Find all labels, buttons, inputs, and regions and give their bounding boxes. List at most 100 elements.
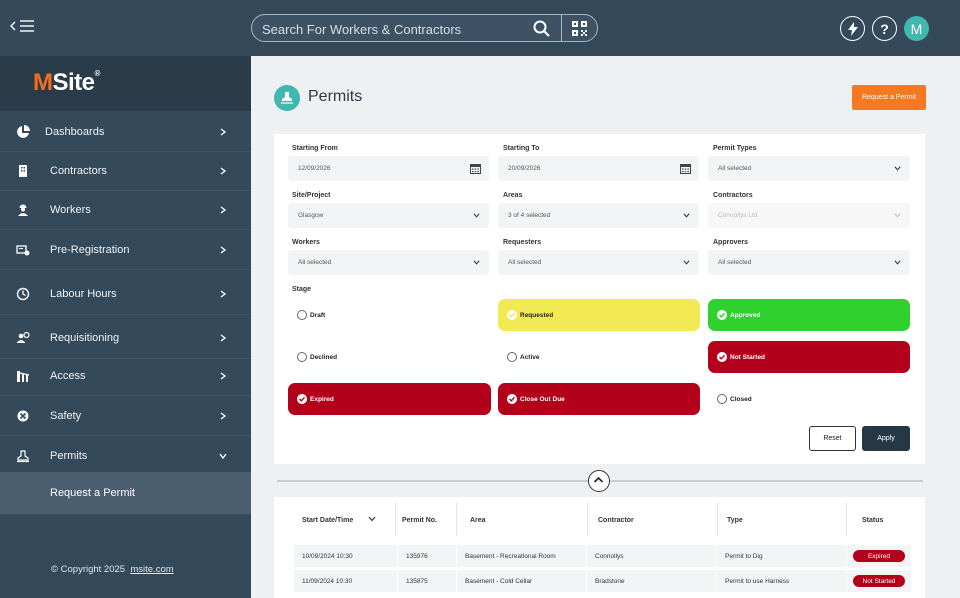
stage-option-expired[interactable]: Expired [288, 383, 491, 415]
sidebar-item-label: Access [50, 369, 86, 382]
cell-type: Permit to Dig [717, 545, 846, 567]
stage-option-not-started[interactable]: Not Started [708, 341, 910, 373]
column-separator [456, 502, 457, 536]
requesters-select[interactable]: All selected [498, 250, 699, 275]
column-header-type[interactable]: Type [727, 517, 743, 524]
areas-select[interactable]: 3 of 4 selected [498, 203, 699, 228]
approvers-select[interactable]: All selected [708, 250, 910, 275]
lightning-icon[interactable] [840, 16, 865, 41]
sidebar-item-label: Permits [50, 449, 88, 462]
stage-option-label: Requested [520, 311, 554, 319]
sidebar-subitem-request-permit[interactable]: Request a Permit [0, 472, 251, 514]
chevron-right-icon [220, 411, 227, 420]
search-icon[interactable] [532, 19, 552, 39]
stage-option-closed[interactable]: Closed [708, 383, 910, 415]
chevron-down-icon [683, 213, 690, 218]
apply-button[interactable]: Apply [862, 426, 910, 451]
search-divider [561, 15, 562, 41]
table-row[interactable]: 11/09/2024 10:30 135875 Basement - Cold … [289, 570, 911, 592]
copyright-text: © Copyright 2025 [51, 564, 126, 575]
workers-select[interactable]: All selected [288, 250, 489, 275]
column-header-permit-no[interactable]: Permit No. [402, 517, 437, 524]
cell-status: Not Started [847, 570, 911, 592]
help-icon[interactable]: ? [872, 16, 897, 41]
search-input[interactable] [262, 19, 527, 39]
sort-chevron-icon[interactable] [368, 515, 376, 523]
cell-permit-no: 135875 [398, 570, 456, 592]
logo-site: Site [52, 69, 96, 96]
chevron-down-icon [683, 260, 690, 265]
logo-area: MSite® [0, 56, 251, 111]
starting-to-value: 20/09/2026 [508, 165, 541, 172]
check-circle-icon [297, 394, 307, 404]
building-icon [19, 164, 27, 177]
sidebar-item-requisitioning[interactable]: Requisitioning [0, 317, 251, 359]
qr-code-icon[interactable] [571, 20, 588, 37]
cell-start: 11/09/2024 10:30 [294, 570, 397, 592]
safety-icon [17, 410, 29, 421]
contractors-select[interactable]: Connollys Ltd [708, 203, 910, 228]
column-header-contractor[interactable]: Contractor [598, 517, 634, 524]
sidebar-item-access[interactable]: Access [0, 356, 251, 396]
approvers-value: All selected [718, 259, 752, 266]
top-bar: ? M [0, 0, 960, 56]
menu-collapse-icon[interactable] [10, 18, 36, 36]
sidebar-item-label: Safety [50, 409, 82, 422]
starting-from-input[interactable]: 12/09/2026 [288, 156, 489, 181]
stage-option-requested[interactable]: Requested [498, 299, 700, 331]
calendar-icon [470, 164, 481, 174]
column-separator [395, 502, 396, 536]
sidebar-item-workers[interactable]: Workers [0, 190, 251, 230]
column-header-status[interactable]: Status [862, 517, 883, 524]
sidebar-item-labour-hours[interactable]: Labour Hours [0, 273, 251, 315]
stage-option-declined[interactable]: Declined [288, 341, 490, 373]
check-circle-icon [717, 310, 727, 320]
cell-type: Permit to use Harness [717, 570, 846, 592]
stage-option-approved[interactable]: Approved [708, 299, 910, 331]
clock-icon [16, 287, 30, 300]
request-permit-button[interactable]: Request a Permit [852, 85, 926, 110]
check-circle-icon [507, 394, 517, 404]
sidebar-item-safety[interactable]: Safety [0, 396, 251, 436]
contractors-label: Contractors [713, 192, 753, 199]
avatar[interactable]: M [904, 16, 929, 41]
collapse-filters-button[interactable] [588, 470, 610, 492]
site-project-select[interactable]: Glasgow [288, 203, 489, 228]
column-separator [717, 502, 718, 536]
sidebar: MSite® Dashboards Contractors Workers Pr… [0, 56, 251, 598]
column-header-area[interactable]: Area [470, 517, 486, 524]
sidebar-item-label: Dashboards [45, 125, 105, 138]
cell-start: 10/09/2024 10:30 [294, 545, 397, 567]
people-icon [16, 331, 30, 343]
msite-link[interactable]: msite.com [130, 564, 173, 575]
stage-option-active[interactable]: Active [498, 341, 700, 373]
chevron-down-icon [219, 453, 227, 459]
column-header-start[interactable]: Start Date/Time [302, 517, 353, 524]
msite-logo[interactable]: MSite® [33, 69, 100, 97]
starting-from-label: Starting From [292, 145, 338, 152]
sidebar-item-contractors[interactable]: Contractors [0, 151, 251, 191]
cell-contractor: Bradstone [587, 570, 716, 592]
sidebar-item-pre-registration[interactable]: Pre-Registration [0, 230, 251, 270]
starting-to-input[interactable]: 20/09/2026 [498, 156, 699, 181]
stage-option-close-out-due[interactable]: Close Out Due [498, 383, 700, 415]
sidebar-item-permits[interactable]: Permits [0, 436, 251, 476]
reset-button[interactable]: Reset [809, 426, 856, 451]
stage-option-draft[interactable]: Draft [288, 299, 490, 331]
radio-icon [717, 394, 727, 404]
radio-icon [297, 310, 307, 320]
stage-option-label: Active [520, 353, 540, 361]
avatar-initial: M [910, 20, 923, 37]
sidebar-item-label: Pre-Registration [50, 243, 130, 256]
copyright: © Copyright 2025 msite.com [51, 564, 174, 575]
permit-types-value: All selected [718, 165, 752, 172]
column-separator [587, 502, 588, 536]
cell-status: Expired [847, 545, 911, 567]
status-badge: Not Started [853, 575, 905, 587]
stage-option-label: Closed [730, 395, 752, 403]
radio-icon [507, 352, 517, 362]
table-row[interactable]: 10/09/2024 10:30 135976 Basement - Recre… [289, 545, 911, 567]
sidebar-item-dashboards[interactable]: Dashboards [0, 112, 251, 152]
check-circle-icon [717, 352, 727, 362]
permit-types-select[interactable]: All selected [708, 156, 910, 181]
